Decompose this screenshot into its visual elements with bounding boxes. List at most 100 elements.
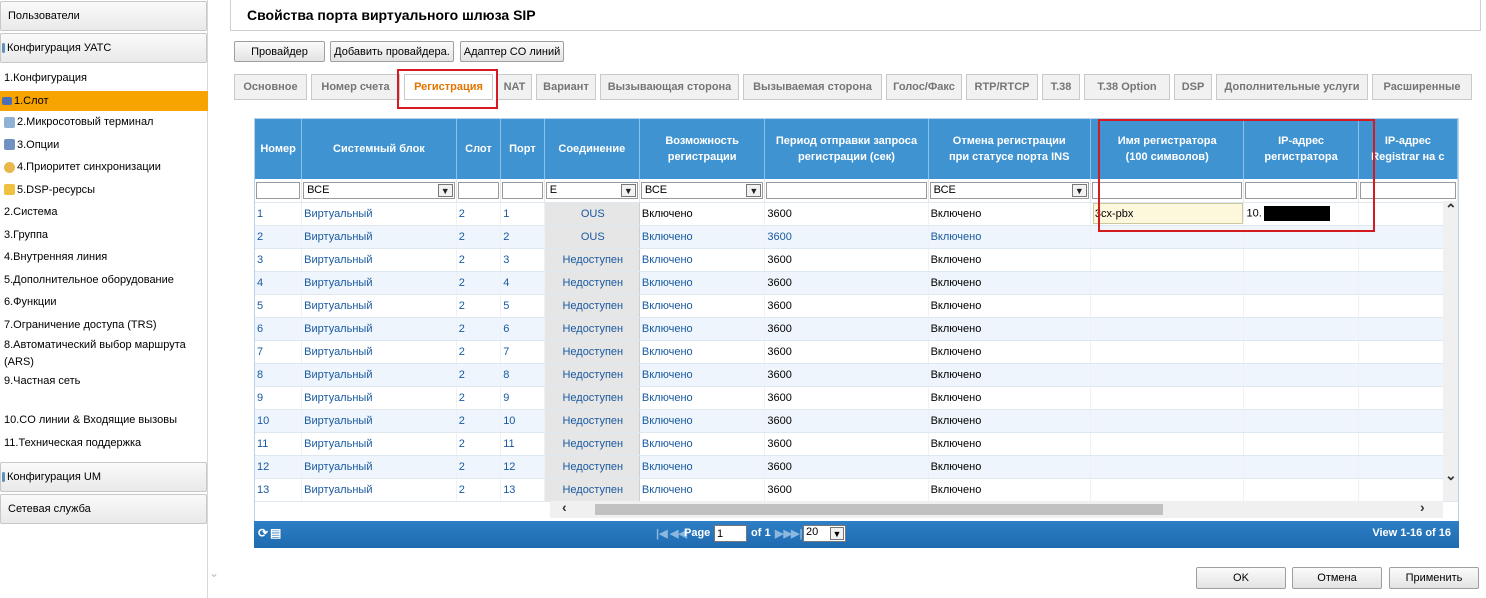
table-row[interactable]: 5 Виртуальный 2 5 Недоступен Включено 3600 Вклю… (255, 294, 1458, 318)
tab-rtp-rtcp[interactable]: RTP/RTCP (966, 74, 1038, 100)
sidebar-item-sync-priority[interactable]: 4.Приоритет синхронизации (0, 156, 208, 179)
cell-ip[interactable] (1243, 363, 1359, 387)
cell-num[interactable]: 4 (255, 271, 303, 295)
cell-period[interactable]: 3600 (764, 455, 929, 479)
filter-num-input[interactable] (256, 181, 301, 199)
sidebar-item-ars-cont[interactable]: (ARS) (0, 353, 208, 370)
provider-button[interactable]: Провайдер (234, 41, 325, 62)
cell-reg[interactable]: Включено (639, 409, 766, 433)
cell-conn[interactable]: Недоступен (544, 455, 640, 479)
cell-port[interactable]: 4 (500, 271, 545, 295)
cell-port[interactable]: 5 (500, 294, 545, 318)
sidebar-scroll-down-icon[interactable]: ⌄ (209, 566, 219, 580)
tab-t38-option[interactable]: T.38 Option (1084, 74, 1170, 100)
cell-reg[interactable]: Включено (639, 317, 766, 341)
cell-conn[interactable]: OUS (544, 225, 640, 249)
col-header-conn[interactable]: Соединение (544, 119, 640, 179)
cell-reg[interactable]: Включено (639, 432, 766, 456)
refresh-icon[interactable]: ⟳ (258, 526, 268, 540)
cell-name[interactable] (1090, 386, 1245, 410)
filter-reg-select[interactable]: ВСЕ ▼ (640, 181, 764, 199)
cell-name[interactable] (1090, 455, 1245, 479)
cell-unit[interactable]: Виртуальный (301, 248, 457, 272)
cell-slot[interactable]: 2 (456, 271, 502, 295)
cell-num[interactable]: 3 (255, 248, 303, 272)
cell-port[interactable]: 1 (500, 202, 545, 226)
cell-period[interactable]: 3600 (764, 202, 929, 226)
sidebar-item-configuration[interactable]: 1.Конфигурация (0, 67, 208, 89)
cell-period[interactable]: 3600 (764, 409, 929, 433)
col-header-period[interactable]: Период отправки запроса регистрации (сек) (764, 119, 929, 179)
cell-unit[interactable]: Виртуальный (301, 317, 457, 341)
cell-conn[interactable]: Недоступен (544, 248, 640, 272)
sidebar-pbx-config[interactable]: Конфигурация УАТС (0, 33, 207, 63)
sidebar-item-group[interactable]: 3.Группа (0, 224, 208, 247)
cell-cancel[interactable]: Включено (928, 248, 1091, 272)
scroll-down-icon[interactable]: ⌄ (1445, 467, 1457, 484)
sidebar-item-private-network[interactable]: 9.Частная сеть (0, 370, 208, 392)
tab-registration[interactable]: Регистрация (404, 74, 493, 100)
cell-num[interactable]: 6 (255, 317, 303, 341)
sidebar-item-ars[interactable]: 8.Автоматический выбор маршрута (0, 336, 208, 353)
table-row[interactable]: 4 Виртуальный 2 4 Недоступен Включено 3600 Вклю… (255, 271, 1458, 295)
tab-calling-party[interactable]: Вызывающая сторона (600, 74, 739, 100)
filter-slot-input[interactable] (457, 181, 500, 199)
tab-account[interactable]: Номер счета (311, 74, 400, 100)
sidebar-item-optional-equipment[interactable]: 5.Дополнительное оборудование (0, 269, 208, 292)
page-input[interactable] (714, 525, 747, 542)
table-row[interactable]: 12 Виртуальный 2 12 Недоступен Включено 3600 Вк… (255, 455, 1458, 479)
tab-dsp[interactable]: DSP (1174, 74, 1212, 100)
cell-slot[interactable]: 2 (456, 478, 502, 502)
filter-port-input[interactable] (502, 181, 543, 199)
sidebar-item-trs[interactable]: 7.Ограничение доступа (TRS) (0, 314, 208, 337)
cell-port[interactable]: 7 (500, 340, 545, 364)
filter-unit-select[interactable]: ВСЕ ▼ (303, 181, 455, 199)
cell-period[interactable]: 3600 (764, 363, 929, 387)
cell-ip[interactable] (1243, 271, 1359, 295)
cell-conn[interactable]: Недоступен (544, 340, 640, 364)
table-row[interactable]: 1 Виртуальный 2 1 OUS Включено 3600 Включено 3cx… (255, 202, 1458, 226)
cell-ip[interactable] (1243, 225, 1359, 249)
cell-conn[interactable]: Недоступен (544, 409, 640, 433)
cell-port[interactable]: 9 (500, 386, 545, 410)
cell-name[interactable]: 3cx-pbx (1090, 202, 1245, 226)
cell-num[interactable]: 11 (255, 432, 303, 456)
tab-additional-services[interactable]: Дополнительные услуги (1216, 74, 1368, 100)
cell-reg[interactable]: Включено (639, 363, 766, 387)
cell-unit[interactable]: Виртуальный (301, 432, 457, 456)
tab-voice-fax[interactable]: Голос/Факс (886, 74, 962, 100)
cell-ip[interactable] (1243, 455, 1359, 479)
columns-icon[interactable]: ▤ (270, 526, 281, 540)
cell-conn[interactable]: Недоступен (544, 317, 640, 341)
col-header-registrar-name[interactable]: Имя регистратора (100 символов) (1090, 119, 1245, 179)
cell-name[interactable] (1090, 478, 1245, 502)
cell-unit[interactable]: Виртуальный (301, 294, 457, 318)
col-header-unit[interactable]: Системный блок (301, 119, 457, 179)
sidebar-item-slot[interactable]: 1.Слот (0, 91, 208, 111)
cell-slot[interactable]: 2 (456, 202, 502, 226)
filter-cancel-select[interactable]: ВСЕ ▼ (929, 181, 1089, 199)
cell-port[interactable]: 3 (500, 248, 545, 272)
tab-advanced[interactable]: Расширенные (1372, 74, 1472, 100)
filter-conn-select[interactable]: Е ▼ (545, 181, 638, 199)
sidebar-item-system[interactable]: 2.Система (0, 201, 208, 224)
cell-cancel[interactable]: Включено (928, 478, 1091, 502)
apply-button[interactable]: Применить (1389, 567, 1479, 589)
cell-num[interactable]: 2 (255, 225, 303, 249)
tab-called-party[interactable]: Вызываемая сторона (743, 74, 882, 100)
cell-period[interactable]: 3600 (764, 248, 929, 272)
cell-num[interactable]: 13 (255, 478, 303, 502)
cell-period[interactable]: 3600 (764, 225, 929, 249)
ok-button[interactable]: OK (1196, 567, 1286, 589)
cell-reg[interactable]: Включено (639, 478, 766, 502)
cell-ip[interactable] (1243, 248, 1359, 272)
cell-cancel[interactable]: Включено (928, 340, 1091, 364)
cell-num[interactable]: 9 (255, 386, 303, 410)
cell-ip[interactable]: 10. (1243, 202, 1359, 226)
cell-name[interactable] (1090, 317, 1245, 341)
cell-name[interactable] (1090, 363, 1245, 387)
cell-ip[interactable] (1243, 317, 1359, 341)
cell-port[interactable]: 10 (500, 409, 545, 433)
cell-num[interactable]: 5 (255, 294, 303, 318)
cell-cancel[interactable]: Включено (928, 386, 1091, 410)
